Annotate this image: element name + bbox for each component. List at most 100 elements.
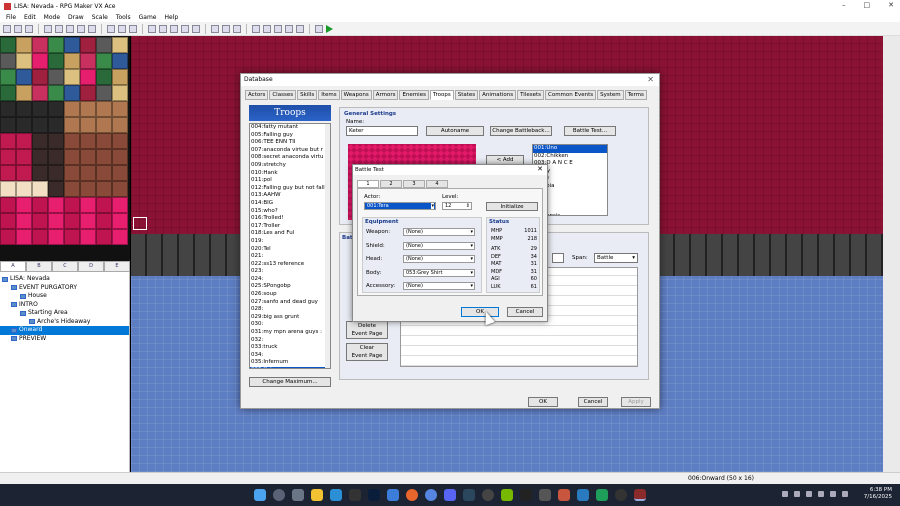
party-member-tab-2[interactable]: 2	[380, 180, 402, 188]
github-icon[interactable]	[615, 489, 627, 501]
palette-tab-b[interactable]: B	[26, 261, 52, 272]
file-explorer-icon[interactable]	[311, 489, 323, 501]
tab-tilesets[interactable]: Tilesets	[517, 90, 544, 100]
tab-actors[interactable]: Actors	[245, 90, 269, 100]
troop-list-item[interactable]: 005:Falling guy	[250, 132, 330, 140]
troop-list-item[interactable]: 007:anaconda virtue but r	[250, 147, 330, 155]
maximize-icon[interactable]: □	[864, 1, 871, 9]
close-icon[interactable]: ✕	[537, 165, 543, 173]
troop-list-item[interactable]: 004:fatty mutant	[250, 124, 330, 132]
clock[interactable]: 6:38 PM 7/16/2025	[864, 487, 892, 501]
map-tree-item[interactable]: LISA: Nevada	[0, 275, 129, 284]
fill-icon[interactable]	[181, 24, 189, 33]
battle-test-cancel-button[interactable]: Cancel	[507, 307, 543, 317]
database-cancel-button[interactable]: Cancel	[578, 397, 608, 407]
open-project-icon[interactable]	[14, 24, 22, 33]
pencil-icon[interactable]	[148, 24, 156, 33]
troop-list-item[interactable]: 023:	[250, 268, 330, 276]
troop-list-item[interactable]: 018:Les and Ful	[250, 230, 330, 238]
troop-list-item[interactable]: 010:Hank	[250, 170, 330, 178]
delete-event-page-button[interactable]: Delete Event Page	[346, 321, 388, 339]
troop-list-item[interactable]: 020:Tel	[250, 246, 330, 254]
troop-list-item[interactable]: 015:who?	[250, 208, 330, 216]
map-tree-item[interactable]: House	[0, 292, 129, 301]
shadow-pen-icon[interactable]	[192, 24, 200, 33]
close-icon[interactable]: ✕	[888, 1, 894, 9]
edge-icon[interactable]	[330, 489, 342, 501]
database-apply-button[interactable]: Apply	[621, 397, 651, 407]
palette-tab-e[interactable]: E	[104, 261, 130, 272]
map-tree-item[interactable]: Starting Area	[0, 309, 129, 318]
store-icon[interactable]	[577, 489, 589, 501]
layer-event-icon[interactable]	[118, 24, 126, 33]
settings-icon[interactable]	[292, 489, 304, 501]
troop-list-item[interactable]: 021:	[250, 253, 330, 261]
start-icon[interactable]	[254, 489, 266, 501]
photos-icon[interactable]	[387, 489, 399, 501]
troop-list-item[interactable]: 019:	[250, 238, 330, 246]
menu-item-draw[interactable]: Draw	[68, 14, 84, 21]
tray-app-icon[interactable]	[794, 491, 800, 497]
search-icon[interactable]	[273, 489, 285, 501]
change-maximum-button[interactable]: Change Maximum...	[249, 377, 331, 387]
troop-list-item[interactable]: 016:Trolled!	[250, 215, 330, 223]
map-tree-item[interactable]: Onward	[0, 326, 129, 335]
troop-list-item[interactable]: 035:Infernum	[250, 359, 330, 367]
clear-event-page-button[interactable]: Clear Event Page	[346, 343, 388, 361]
troop-list-item[interactable]: 030:	[250, 321, 330, 329]
menu-item-game[interactable]: Game	[139, 14, 157, 21]
troop-list[interactable]: 004:fatty mutant 005:Falling guy 006:TEE E…	[249, 123, 331, 369]
tab-common-events[interactable]: Common Events	[544, 90, 597, 100]
zoom-2-icon[interactable]	[222, 24, 230, 33]
menu-item-edit[interactable]: Edit	[24, 14, 36, 21]
photoshop-icon[interactable]	[368, 489, 380, 501]
script-editor-icon[interactable]	[274, 24, 282, 33]
troop-list-item[interactable]: 034:	[250, 352, 330, 360]
map-tree-item[interactable]: PREVIEW	[0, 335, 129, 344]
troop-list-item[interactable]: 026:soup	[250, 291, 330, 299]
map-tree-item[interactable]: EVENT PURGATORY	[0, 284, 129, 293]
menu-item-mode[interactable]: Mode	[44, 14, 60, 21]
zoom-1-icon[interactable]	[211, 24, 219, 33]
equipment-select[interactable]: (None) ▾	[403, 255, 475, 263]
menu-item-tools[interactable]: Tools	[116, 14, 131, 21]
tab-skills[interactable]: Skills	[297, 90, 318, 100]
autoname-button[interactable]: Autoname	[426, 126, 484, 136]
change-battleback-button[interactable]: Change Battleback...	[490, 126, 552, 136]
troop-list-item[interactable]: 032:	[250, 337, 330, 345]
volume-icon[interactable]	[842, 491, 848, 497]
nvidia-icon[interactable]	[501, 489, 513, 501]
database-ok-button[interactable]: OK	[528, 397, 558, 407]
sheets-icon[interactable]	[596, 489, 608, 501]
database-icon[interactable]	[252, 24, 260, 33]
troop-list-item[interactable]: 012:Falling guy but not fall	[250, 185, 330, 193]
paste-icon[interactable]	[66, 24, 74, 33]
troop-list-item[interactable]: 013:AAHW	[250, 192, 330, 200]
playtest-icon[interactable]	[326, 24, 333, 33]
close-icon[interactable]: ✕	[647, 75, 654, 84]
rectangle-icon[interactable]	[159, 24, 167, 33]
resource-manager-icon[interactable]	[263, 24, 271, 33]
tab-terms[interactable]: Terms	[624, 90, 647, 100]
palette-tab-a[interactable]: A	[0, 261, 26, 272]
party-member-tab-1[interactable]: 1	[357, 180, 379, 188]
equipment-select[interactable]: (None) ▾	[403, 282, 475, 290]
media-player-icon[interactable]	[558, 489, 570, 501]
initialize-button[interactable]: Initialize	[486, 202, 538, 211]
troop-list-item[interactable]: 014:BIG	[250, 200, 330, 208]
copy-icon[interactable]	[55, 24, 63, 33]
app-icon-dark[interactable]	[349, 489, 361, 501]
tab-states[interactable]: States	[454, 90, 479, 100]
map-tree-item[interactable]: INTRO	[0, 301, 129, 310]
rpg-maker-icon[interactable]	[634, 489, 646, 501]
troop-list-item[interactable]: 006:TEE ENN TII	[250, 139, 330, 147]
obs-icon[interactable]	[482, 489, 494, 501]
troop-list-item[interactable]: 028:	[250, 306, 330, 314]
minimize-icon[interactable]: –	[842, 1, 846, 9]
palette-tab-d[interactable]: D	[78, 261, 104, 272]
tab-animations[interactable]: Animations	[479, 90, 517, 100]
menu-item-scale[interactable]: Scale	[92, 14, 108, 21]
troop-list-item[interactable]: 025:SPongobp	[250, 283, 330, 291]
battle-test-button[interactable]: Battle Test...	[564, 126, 616, 136]
map-scrollbar[interactable]	[883, 36, 900, 472]
